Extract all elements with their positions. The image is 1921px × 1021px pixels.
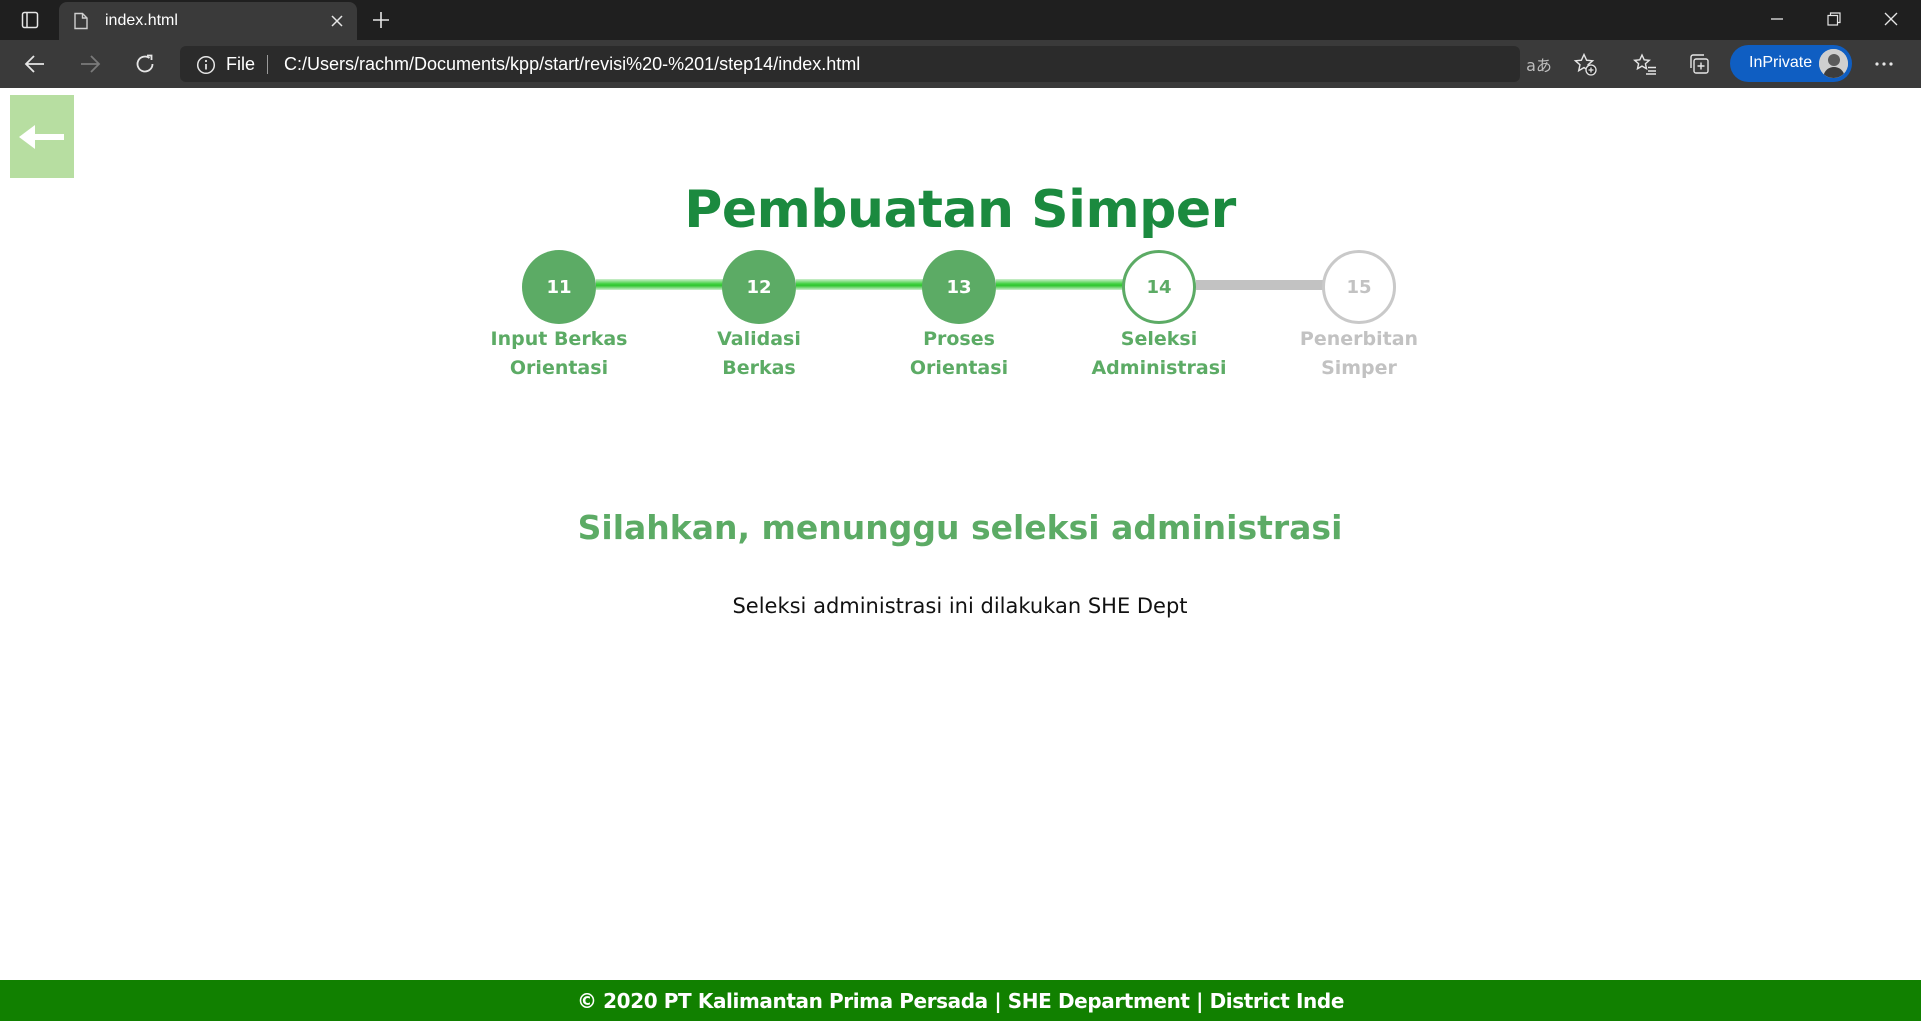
step-label-14: Seleksi Administrasi — [1074, 325, 1244, 383]
inprivate-button[interactable]: InPrivate — [1730, 45, 1852, 82]
arrow-left-icon — [19, 124, 64, 149]
info-icon[interactable] — [196, 55, 216, 75]
step-label-line: Seleksi — [1120, 328, 1198, 350]
status-heading: Silahkan, menunggu seleksi administrasi — [577, 508, 1343, 547]
star-add-icon — [1573, 52, 1597, 76]
translate-icon: aあ — [1526, 56, 1552, 75]
collections-icon — [1690, 54, 1709, 74]
tab-actions-button[interactable] — [14, 8, 46, 32]
settings-more-button[interactable] — [1866, 48, 1902, 80]
url-text[interactable]: C:/Users/rachm/Documents/kpp/start/revis… — [284, 54, 860, 75]
address-divider — [267, 55, 268, 74]
window-close-button[interactable] — [1863, 0, 1919, 38]
arrow-left-icon — [24, 55, 44, 73]
step-label-15: Penerbitan Simper — [1274, 325, 1444, 383]
tab-actions-icon — [21, 11, 39, 29]
tab-close-button[interactable] — [325, 9, 349, 33]
browser-tab[interactable]: index.html — [59, 2, 357, 40]
step-circle-13: 13 — [922, 250, 996, 324]
step-connector — [996, 279, 1126, 290]
step-circle-14: 14 — [1122, 250, 1196, 324]
step-label-line: Orientasi — [909, 357, 1009, 379]
back-nav-button[interactable] — [17, 48, 53, 80]
page-title: Pembuatan Simper — [684, 180, 1236, 240]
page-footer: © 2020 PT Kalimantan Prima Persada | SHE… — [0, 980, 1921, 1021]
step-label-13: Proses Orientasi — [874, 325, 1044, 383]
browser-toolbar: File C:/Users/rachm/Documents/kpp/start/… — [0, 40, 1921, 88]
refresh-button[interactable] — [127, 48, 163, 80]
new-tab-button[interactable] — [366, 6, 396, 34]
favorites-button[interactable] — [1627, 48, 1663, 80]
restore-button[interactable] — [1806, 0, 1862, 38]
step-label-line: Simper — [1321, 357, 1397, 379]
footer-copyright: © 2020 PT Kalimantan Prima Persada | SHE… — [577, 988, 1344, 1013]
tab-title: index.html — [105, 12, 178, 29]
minimize-button[interactable] — [1749, 0, 1805, 38]
step-label-line: Penerbitan — [1299, 328, 1419, 350]
plus-icon — [373, 12, 389, 28]
step-circle-12: 12 — [722, 250, 796, 324]
file-icon — [74, 12, 88, 30]
more-dots-icon — [1875, 62, 1893, 66]
restore-icon — [1827, 12, 1841, 26]
step-connector — [1196, 280, 1326, 290]
step-connector — [596, 279, 724, 290]
read-aloud-button[interactable]: aあ — [1525, 51, 1553, 77]
address-bar[interactable]: File C:/Users/rachm/Documents/kpp/start/… — [180, 46, 1597, 82]
person-icon — [1819, 49, 1848, 78]
info-text: Seleksi administrasi ini dilakukan SHE D… — [732, 594, 1188, 618]
tab-strip: index.html — [0, 0, 1921, 40]
step-label-12: Validasi Berkas — [674, 325, 844, 383]
profile-avatar — [1819, 49, 1848, 78]
inprivate-label: InPrivate — [1749, 54, 1813, 71]
forward-nav-button[interactable] — [72, 48, 108, 80]
minimize-icon — [1771, 18, 1783, 20]
collections-button[interactable] — [1681, 48, 1717, 80]
arrow-right-icon — [81, 55, 101, 73]
step-label-line: Orientasi — [509, 357, 609, 379]
step-label-line: Validasi — [717, 328, 801, 350]
add-favorite-button[interactable] — [1571, 51, 1599, 77]
step-label-line: Berkas — [722, 357, 796, 379]
step-connector — [796, 279, 924, 290]
close-icon — [331, 15, 343, 27]
step-label-11: Input Berkas Orientasi — [474, 325, 644, 383]
favorites-list-icon — [1633, 53, 1656, 75]
step-circle-15: 15 — [1322, 250, 1396, 324]
step-label-line: Administrasi — [1091, 357, 1227, 379]
refresh-icon — [136, 54, 154, 73]
step-label-line: Input Berkas — [490, 328, 628, 350]
back-button[interactable] — [10, 95, 74, 178]
step-circle-11: 11 — [522, 250, 596, 324]
step-label-line: Proses — [923, 328, 995, 350]
close-icon — [1884, 12, 1898, 26]
address-scheme-label: File — [226, 54, 256, 74]
